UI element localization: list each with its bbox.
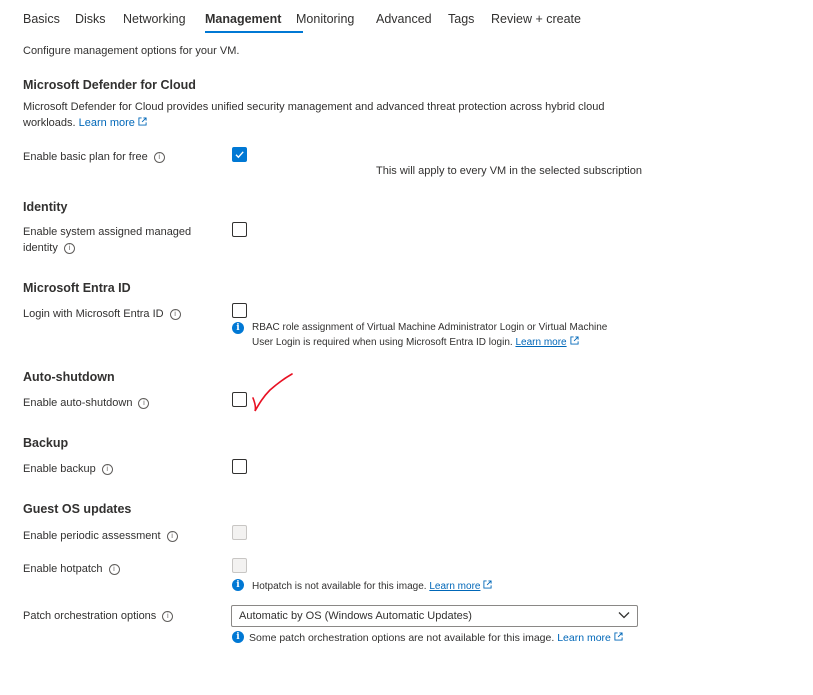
tab-management[interactable]: Management (205, 12, 281, 26)
backup-label: Enable backup (23, 463, 96, 475)
patch-options-dropdown[interactable]: Automatic by OS (Windows Automatic Updat… (231, 605, 638, 627)
periodic-assessment-checkbox (232, 525, 247, 540)
defender-learn-more-link[interactable]: Learn more (79, 117, 147, 129)
backup-checkbox[interactable] (232, 459, 247, 474)
subscription-note: This will apply to every VM in the selec… (376, 165, 642, 177)
entra-info-line2-row: User Login is required when using Micros… (252, 336, 579, 348)
identity-label-line2: identity (23, 242, 58, 254)
hotpatch-checkbox (232, 558, 247, 573)
identity-checkbox[interactable] (232, 222, 247, 237)
entra-learn-more-link[interactable]: Learn more (515, 337, 566, 348)
entra-label-row: Login with Microsoft Entra ID i (23, 308, 181, 320)
defender-description-line2: workloads. Learn more (23, 117, 147, 129)
intro-text: Configure management options for your VM… (23, 45, 240, 57)
chevron-down-icon (618, 612, 630, 619)
hotpatch-learn-more-link[interactable]: Learn more (429, 581, 480, 592)
basic-plan-checkbox[interactable] (232, 147, 247, 162)
autoshutdown-checkbox[interactable] (232, 392, 247, 407)
tab-review-create[interactable]: Review + create (491, 12, 581, 26)
info-icon[interactable]: i (138, 397, 150, 409)
external-link-icon (570, 336, 579, 345)
backup-label-row: Enable backup i (23, 463, 113, 475)
autoshutdown-label: Enable auto-shutdown (23, 397, 133, 409)
external-link-icon (138, 117, 147, 126)
patch-learn-more-link[interactable]: Learn more (557, 632, 611, 644)
hotpatch-label-row: Enable hotpatch i (23, 563, 120, 575)
checkmark-icon (235, 151, 244, 159)
periodic-assessment-label: Enable periodic assessment (23, 530, 161, 542)
external-link-icon (483, 580, 493, 589)
info-filled-icon: i (232, 322, 244, 334)
tab-advanced[interactable]: Advanced (376, 12, 432, 26)
tab-basics[interactable]: Basics (23, 12, 60, 26)
info-filled-icon: i (232, 579, 244, 591)
info-icon[interactable]: i (153, 151, 165, 163)
identity-heading: Identity (23, 200, 68, 214)
info-filled-icon: i (232, 631, 244, 643)
patch-options-selected-value: Automatic by OS (Windows Automatic Updat… (239, 610, 472, 622)
basic-plan-label: Enable basic plan for free (23, 151, 148, 163)
tab-networking[interactable]: Networking (123, 12, 186, 26)
hotpatch-info-text: Hotpatch is not available for this image… (252, 581, 427, 592)
defender-heading: Microsoft Defender for Cloud (23, 78, 196, 92)
guest-os-heading: Guest OS updates (23, 502, 132, 516)
patch-info-row: Some patch orchestration options are not… (249, 632, 623, 644)
autoshutdown-heading: Auto-shutdown (23, 370, 115, 384)
hotpatch-info-row: Hotpatch is not available for this image… (252, 580, 493, 592)
info-icon[interactable]: i (108, 563, 120, 575)
backup-heading: Backup (23, 436, 69, 450)
defender-description-line1: Microsoft Defender for Cloud provides un… (23, 101, 605, 113)
entra-info-line1: RBAC role assignment of Virtual Machine … (252, 322, 608, 333)
tab-monitoring[interactable]: Monitoring (296, 12, 354, 26)
defender-description-text: workloads. (23, 117, 76, 129)
info-icon[interactable]: i (101, 463, 113, 475)
identity-label-line1: Enable system assigned managed (23, 226, 192, 238)
entra-heading: Microsoft Entra ID (23, 281, 131, 295)
info-icon[interactable]: i (169, 308, 181, 320)
tab-disks[interactable]: Disks (75, 12, 106, 26)
info-icon[interactable]: i (166, 530, 178, 542)
red-annotation-checkmark (252, 373, 293, 412)
entra-checkbox[interactable] (232, 303, 247, 318)
entra-info-line2: User Login is required when using Micros… (252, 337, 513, 348)
tab-tags[interactable]: Tags (448, 12, 474, 26)
active-tab-indicator (205, 31, 303, 33)
identity-label-line2-row: identity i (23, 242, 75, 254)
info-icon[interactable]: i (63, 242, 75, 254)
basic-plan-label-row: Enable basic plan for free i (23, 151, 165, 163)
external-link-icon (614, 632, 623, 641)
patch-options-label: Patch orchestration options (23, 610, 157, 622)
periodic-label-row: Enable periodic assessment i (23, 530, 178, 542)
info-icon[interactable]: i (162, 610, 174, 622)
patch-options-label-row: Patch orchestration options i (23, 610, 174, 622)
entra-label: Login with Microsoft Entra ID (23, 308, 164, 320)
autoshutdown-label-row: Enable auto-shutdown i (23, 397, 150, 409)
hotpatch-label: Enable hotpatch (23, 563, 103, 575)
patch-info-text: Some patch orchestration options are not… (249, 632, 555, 644)
